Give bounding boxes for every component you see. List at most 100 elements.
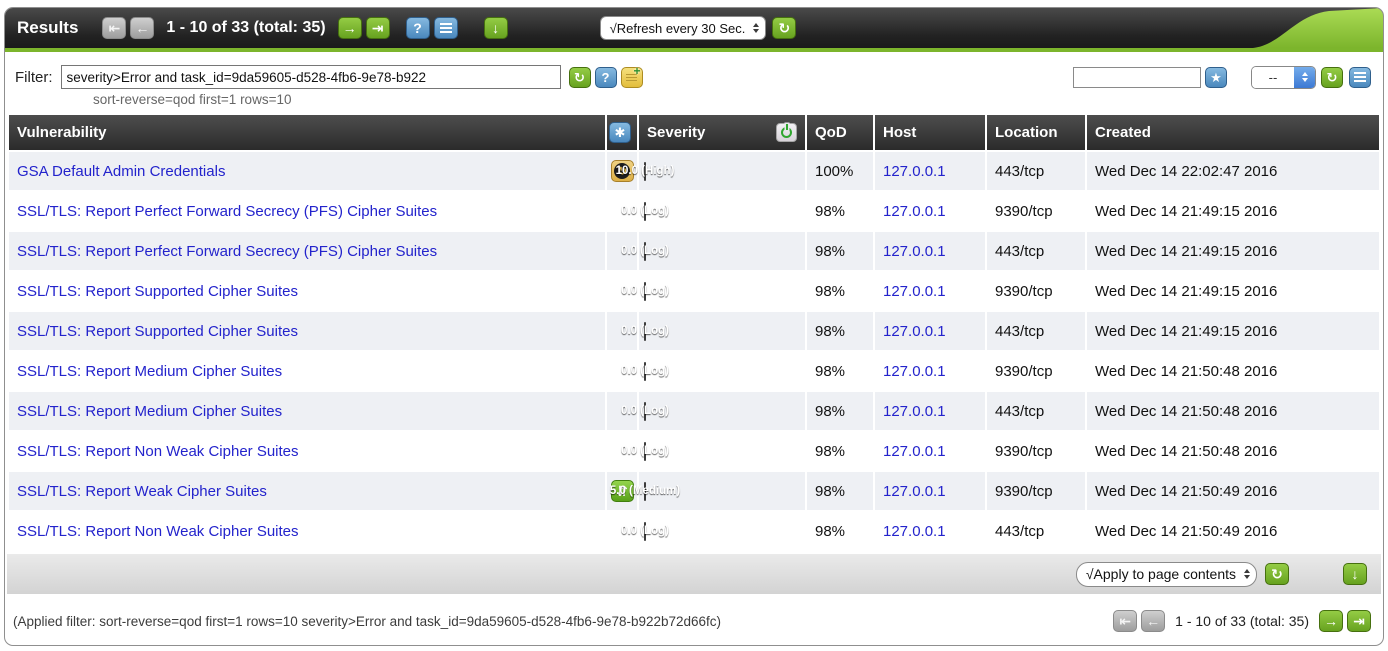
vulnerability-cell: SSL/TLS: Report Medium Cipher Suites (9, 392, 605, 430)
vulnerability-link[interactable]: SSL/TLS: Report Supported Cipher Suites (17, 323, 298, 340)
location-cell: 9390/tcp (987, 352, 1085, 390)
first-page-button[interactable]: ⇤ (102, 17, 126, 39)
host-link[interactable]: 127.0.0.1 (883, 163, 946, 180)
table-row: SSL/TLS: Report Medium Cipher Suites 0.0… (9, 352, 1379, 390)
vulnerability-link[interactable]: SSL/TLS: Report Non Weak Cipher Suites (17, 443, 299, 460)
qod-cell: 98% (807, 232, 873, 270)
solution-type-icon[interactable]: ✱ (609, 122, 631, 143)
location-cell: 443/tcp (987, 312, 1085, 350)
download-filtered-button[interactable]: ↓ (1343, 563, 1367, 585)
header-qod[interactable]: QoD (807, 115, 873, 150)
created-cell: Wed Dec 14 22:02:47 2016 (1087, 152, 1379, 190)
vulnerability-link[interactable]: SSL/TLS: Report Perfect Forward Secrecy … (17, 203, 437, 220)
results-window: Results ⇤ ← 1 - 10 of 33 (total: 35) → ⇥… (4, 7, 1384, 646)
filter-name-input[interactable] (1073, 67, 1201, 88)
next-page-button-bottom[interactable]: → (1319, 610, 1343, 632)
header-severity[interactable]: Severity (639, 115, 805, 150)
vulnerability-cell: SSL/TLS: Report Medium Cipher Suites (9, 352, 605, 390)
severity-cell: 0.0 (Log) (639, 512, 805, 550)
header-vulnerability[interactable]: Vulnerability (9, 115, 605, 150)
qod-cell: 98% (807, 472, 873, 510)
last-page-button-bottom[interactable]: ⇥ (1347, 610, 1371, 632)
new-filter-button[interactable]: + (621, 67, 643, 88)
host-link[interactable]: 127.0.0.1 (883, 203, 946, 220)
severity-cell: 10.0 (High) (639, 152, 805, 190)
filter-subtext: sort-reverse=qod first=1 rows=10 (93, 92, 1383, 107)
severity-bar: 0.0 (Log) (644, 242, 646, 261)
next-page-button[interactable]: → (338, 17, 362, 39)
filter-input[interactable] (61, 65, 561, 89)
update-filter-button[interactable]: ↻ (569, 67, 591, 88)
header-solution-type[interactable]: ✱ (607, 115, 637, 150)
host-link[interactable]: 127.0.0.1 (883, 483, 946, 500)
location-cell: 443/tcp (987, 232, 1085, 270)
list-view-button[interactable] (434, 17, 458, 39)
page-title: Results (17, 18, 78, 38)
pagination-range: 1 - 10 of 33 (total: 35) (166, 19, 325, 37)
results-tbody: GSA Default Admin Credentials ↻ 10.0 (Hi… (9, 152, 1379, 550)
filter-help-button[interactable]: ? (595, 67, 617, 88)
refresh-now-button[interactable]: ↻ (772, 17, 796, 39)
vulnerability-cell: SSL/TLS: Report Non Weak Cipher Suites (9, 512, 605, 550)
overrides-toggle-button[interactable] (776, 123, 797, 142)
location-cell: 9390/tcp (987, 272, 1085, 310)
last-page-button[interactable]: ⇥ (366, 17, 390, 39)
help-button[interactable]: ? (406, 17, 430, 39)
apply-bulk-action-button[interactable]: ↻ (1265, 563, 1289, 585)
qod-cell: 98% (807, 512, 873, 550)
host-link[interactable]: 127.0.0.1 (883, 243, 946, 260)
location-cell: 9390/tcp (987, 432, 1085, 470)
vulnerability-link[interactable]: SSL/TLS: Report Weak Cipher Suites (17, 483, 267, 500)
severity-bar: 0.0 (Log) (644, 402, 646, 421)
edit-filters-button[interactable] (1349, 67, 1371, 88)
table-row: SSL/TLS: Report Supported Cipher Suites … (9, 312, 1379, 350)
table-row: SSL/TLS: Report Perfect Forward Secrecy … (9, 192, 1379, 230)
vulnerability-link[interactable]: SSL/TLS: Report Medium Cipher Suites (17, 403, 282, 420)
host-link[interactable]: 127.0.0.1 (883, 363, 946, 380)
vulnerability-link[interactable]: SSL/TLS: Report Medium Cipher Suites (17, 363, 282, 380)
severity-bar: 0.0 (Log) (644, 442, 646, 461)
pagination-range-bottom: 1 - 10 of 33 (total: 35) (1175, 613, 1309, 629)
header-location[interactable]: Location (987, 115, 1085, 150)
vulnerability-cell: GSA Default Admin Credentials (9, 152, 605, 190)
vulnerability-cell: SSL/TLS: Report Perfect Forward Secrecy … (9, 192, 605, 230)
refresh-interval-select[interactable]: √Refresh every 30 Sec. (600, 16, 767, 40)
bulk-action-value: √Apply to page contents (1086, 566, 1236, 582)
header-host[interactable]: Host (875, 115, 985, 150)
qod-cell: 98% (807, 312, 873, 350)
vulnerability-link[interactable]: SSL/TLS: Report Supported Cipher Suites (17, 283, 298, 300)
host-link[interactable]: 127.0.0.1 (883, 283, 946, 300)
save-filter-button[interactable]: ★ (1205, 67, 1227, 88)
previous-page-button[interactable]: ← (130, 17, 154, 39)
severity-bar: 0.0 (Log) (644, 322, 646, 341)
saved-filter-select[interactable]: -- (1251, 66, 1316, 89)
apply-saved-filter-button[interactable]: ↻ (1321, 67, 1343, 88)
table-footer-bar: √Apply to page contents ↻ ↓ (7, 554, 1381, 594)
green-swoosh-decoration (1253, 8, 1383, 48)
location-cell: 443/tcp (987, 392, 1085, 430)
header-created[interactable]: Created (1087, 115, 1379, 150)
vulnerability-link[interactable]: SSL/TLS: Report Non Weak Cipher Suites (17, 523, 299, 540)
severity-bar: 10.0 (High) (644, 162, 646, 181)
filter-label: Filter: (15, 69, 53, 86)
vulnerability-link[interactable]: SSL/TLS: Report Perfect Forward Secrecy … (17, 243, 437, 260)
previous-page-button-bottom[interactable]: ← (1141, 610, 1165, 632)
host-link[interactable]: 127.0.0.1 (883, 443, 946, 460)
qod-cell: 98% (807, 192, 873, 230)
vulnerability-link[interactable]: GSA Default Admin Credentials (17, 163, 225, 180)
location-cell: 9390/tcp (987, 472, 1085, 510)
table-row: SSL/TLS: Report Supported Cipher Suites … (9, 272, 1379, 310)
host-link[interactable]: 127.0.0.1 (883, 403, 946, 420)
vulnerability-cell: SSL/TLS: Report Supported Cipher Suites (9, 312, 605, 350)
results-table: Vulnerability ✱ Severity QoD Host Locati… (7, 113, 1381, 552)
host-link[interactable]: 127.0.0.1 (883, 523, 946, 540)
first-page-button-bottom[interactable]: ⇤ (1113, 610, 1137, 632)
severity-cell: 0.0 (Log) (639, 432, 805, 470)
severity-cell: 5.0 (Medium) (639, 472, 805, 510)
host-link[interactable]: 127.0.0.1 (883, 323, 946, 340)
bulk-action-select[interactable]: √Apply to page contents (1076, 562, 1257, 587)
select-arrows-icon (753, 23, 759, 33)
host-cell: 127.0.0.1 (875, 312, 985, 350)
host-cell: 127.0.0.1 (875, 232, 985, 270)
download-button[interactable]: ↓ (484, 17, 508, 39)
